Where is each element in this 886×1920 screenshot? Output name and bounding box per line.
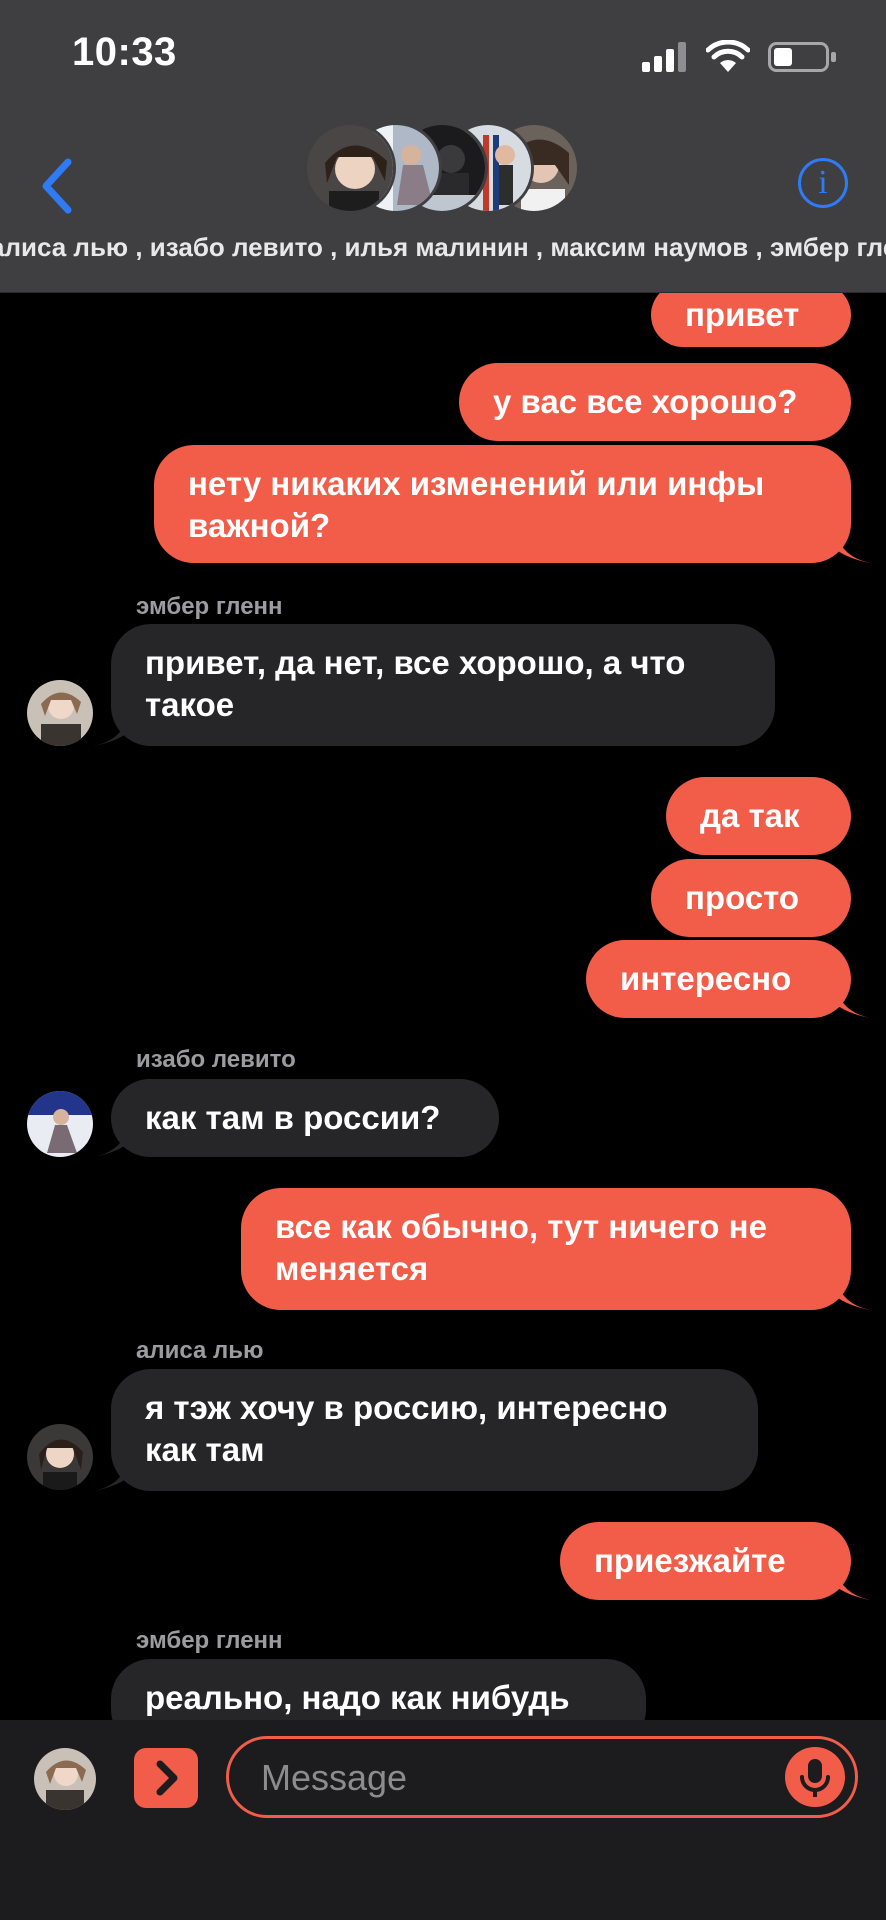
conversation-header: 10:33 i алиса лью , изабо левито , илья … (0, 0, 886, 293)
back-chevron-icon[interactable] (36, 156, 80, 216)
message-bubble-outgoing[interactable]: просто (651, 859, 851, 937)
participants-list[interactable]: алиса лью , изабо левито , илья малинин … (0, 232, 886, 263)
message-bubble-incoming[interactable]: я тэж хочу в россию, интересно как там (111, 1369, 758, 1491)
message-input[interactable] (259, 1751, 763, 1805)
sender-name: алиса лью (136, 1337, 264, 1364)
message-bubble-incoming[interactable]: привет, да нет, все хорошо, а что такое (111, 624, 775, 746)
sender-avatar[interactable] (27, 680, 93, 746)
bubble-tail (94, 716, 128, 746)
message-bubble-incoming[interactable]: реально, надо как нибудь (111, 1659, 646, 1720)
message-bubble-outgoing[interactable]: приезжайте (560, 1522, 851, 1600)
bubble-tail (836, 1570, 870, 1600)
wifi-icon (706, 40, 750, 72)
status-time: 10:33 (72, 30, 177, 74)
sender-name: эмбер гленн (136, 593, 283, 620)
bubble-tail (836, 988, 870, 1018)
message-bubble-outgoing[interactable]: у вас все хорошо? (459, 363, 851, 441)
sender-avatar[interactable] (27, 1091, 93, 1157)
sender-avatar[interactable] (27, 1424, 93, 1490)
bubble-tail (94, 1127, 128, 1157)
message-thread[interactable]: привет у вас все хорошо? нету никаких из… (0, 293, 886, 1720)
info-button[interactable]: i (798, 158, 848, 208)
message-bubble-outgoing[interactable]: да так (666, 777, 851, 855)
my-avatar[interactable] (34, 1748, 96, 1810)
bubble-tail (94, 1461, 128, 1491)
sender-name: эмбер гленн (136, 1627, 283, 1654)
message-field[interactable] (226, 1736, 858, 1818)
sender-name: изабо левито (136, 1046, 296, 1073)
message-bubble-outgoing[interactable]: привет (651, 293, 851, 347)
chevron-right-icon (156, 1760, 178, 1796)
composer-bar (0, 1720, 886, 1920)
message-bubble-incoming[interactable]: как там в россии? (111, 1079, 499, 1157)
group-avatars[interactable] (302, 122, 592, 218)
microphone-icon (800, 1759, 830, 1797)
cellular-signal-icon (642, 42, 686, 72)
message-bubble-outgoing[interactable]: все как обычно, тут ничего не меняется (241, 1188, 851, 1310)
messages-screen: 10:33 i алиса лью , изабо левито , илья … (0, 0, 886, 1920)
message-bubble-outgoing[interactable]: интересно (586, 940, 851, 1018)
apps-expand-button[interactable] (134, 1748, 198, 1808)
message-bubble-outgoing[interactable]: нету никаких изменений или инфы важной? (154, 445, 851, 563)
battery-icon (768, 42, 836, 72)
avatar (304, 122, 396, 214)
microphone-button[interactable] (785, 1747, 845, 1807)
bubble-tail (836, 533, 870, 563)
bubble-tail (836, 1280, 870, 1310)
